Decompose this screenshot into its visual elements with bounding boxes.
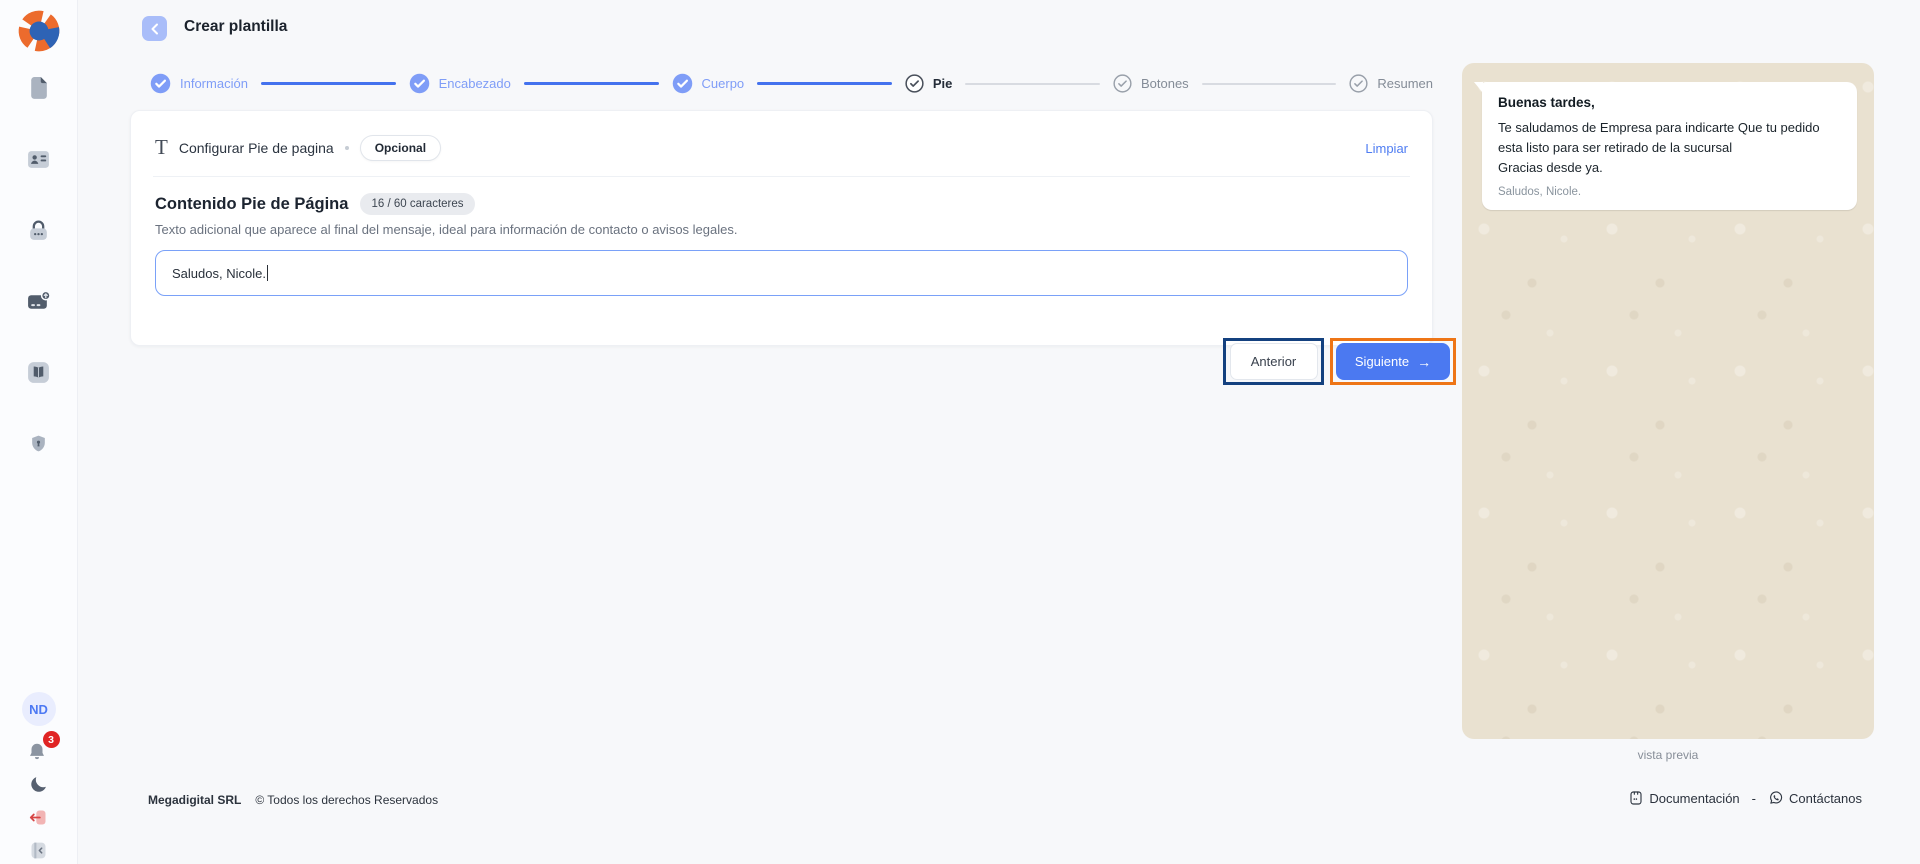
shield-key-icon[interactable] <box>25 430 52 457</box>
message-footer: Saludos, Nicole. <box>1498 186 1841 198</box>
footer-links: Documentación - Contáctanos <box>1628 790 1862 806</box>
clear-link[interactable]: Limpiar <box>1365 141 1408 156</box>
logout-icon[interactable] <box>27 805 51 829</box>
section-head: Contenido Pie de Página 16 / 60 caracter… <box>155 193 1408 215</box>
sidebar-nav <box>25 75 52 457</box>
stepper-connector <box>524 82 659 85</box>
check-circle-icon <box>905 74 924 93</box>
step-encabezado[interactable]: Encabezado <box>409 73 511 94</box>
card-header: T Configurar Pie de pagina Opcional Limp… <box>155 135 1408 161</box>
section-title: Contenido Pie de Página <box>155 195 348 214</box>
book-icon[interactable] <box>25 359 52 386</box>
footer-text-input[interactable]: Saludos, Nicole. <box>155 250 1408 296</box>
annotation-box-anterior: Anterior <box>1223 338 1324 385</box>
dark-mode-moon-icon[interactable] <box>27 772 51 796</box>
message-body: Te saludamos de Empresa para indicarte Q… <box>1498 118 1841 178</box>
notification-count-badge: 3 <box>43 731 60 748</box>
text-cursor <box>267 265 268 281</box>
step-pie[interactable]: Pie <box>905 74 953 93</box>
contact-link[interactable]: Contáctanos <box>1768 790 1862 806</box>
annotation-box-siguiente: Siguiente → <box>1330 338 1456 385</box>
step-botones[interactable]: Botones <box>1113 74 1189 93</box>
journal-icon <box>1628 790 1644 806</box>
user-avatar[interactable]: ND <box>22 692 56 726</box>
sidebar-bottom: ND 3 <box>22 692 56 864</box>
check-circle-icon <box>150 73 171 94</box>
stepper-connector <box>261 82 396 85</box>
message-header: Buenas tardes, <box>1498 95 1841 110</box>
stepper-connector <box>1202 83 1337 85</box>
contacts-card-icon[interactable] <box>25 146 52 173</box>
previous-button[interactable]: Anterior <box>1230 343 1318 380</box>
whatsapp-icon <box>1768 790 1784 806</box>
char-counter-badge: 16 / 60 caracteres <box>360 193 474 215</box>
check-circle-icon <box>1113 74 1132 93</box>
footer-config-card: T Configurar Pie de pagina Opcional Limp… <box>130 110 1433 346</box>
footer-text-value: Saludos, Nicole. <box>172 266 266 281</box>
templates-file-icon[interactable] <box>25 75 52 102</box>
company-name: Megadigital SRL <box>148 793 241 807</box>
copyright: Megadigital SRL © Todos los derechos Res… <box>148 793 438 807</box>
rights-text: © Todos los derechos Reservados <box>255 793 438 807</box>
step-resumen[interactable]: Resumen <box>1349 74 1433 93</box>
card-title: Configurar Pie de pagina <box>179 140 334 156</box>
message-bubble: Buenas tardes, Te saludamos de Empresa p… <box>1482 82 1857 210</box>
separator-dot <box>345 146 349 150</box>
stepper-connector <box>757 82 892 85</box>
text-type-icon: T <box>155 137 168 158</box>
arrow-right-icon: → <box>1417 355 1431 369</box>
back-button[interactable] <box>142 16 167 41</box>
lock-icon[interactable] <box>25 217 52 244</box>
app-root: ND 3 <box>0 0 1920 864</box>
megadigital-logo-icon[interactable] <box>17 9 61 53</box>
whatsapp-preview-panel: Buenas tardes, Te saludamos de Empresa p… <box>1462 63 1874 739</box>
check-circle-icon <box>672 73 693 94</box>
check-circle-icon <box>1349 74 1368 93</box>
credit-card-icon[interactable] <box>25 288 52 315</box>
step-informacion[interactable]: Información <box>150 73 248 94</box>
collapse-sidebar-icon[interactable] <box>27 838 51 862</box>
section-description: Texto adicional que aparece al final del… <box>155 222 1408 237</box>
notifications-bell-icon[interactable]: 3 <box>26 735 52 763</box>
footer-separator: - <box>1748 791 1760 806</box>
documentation-link[interactable]: Documentación <box>1628 790 1739 806</box>
check-circle-icon <box>409 73 430 94</box>
stepper-connector <box>965 83 1100 85</box>
preview-caption: vista previa <box>1462 748 1874 762</box>
next-button[interactable]: Siguiente → <box>1336 343 1450 380</box>
step-cuerpo[interactable]: Cuerpo <box>672 73 745 94</box>
page-title: Crear plantilla <box>184 18 287 36</box>
optional-badge: Opcional <box>360 135 441 161</box>
template-stepper: Información Encabezado Cuerpo Pie <box>130 70 1433 97</box>
sidebar: ND 3 <box>0 0 78 864</box>
card-divider <box>153 176 1410 177</box>
